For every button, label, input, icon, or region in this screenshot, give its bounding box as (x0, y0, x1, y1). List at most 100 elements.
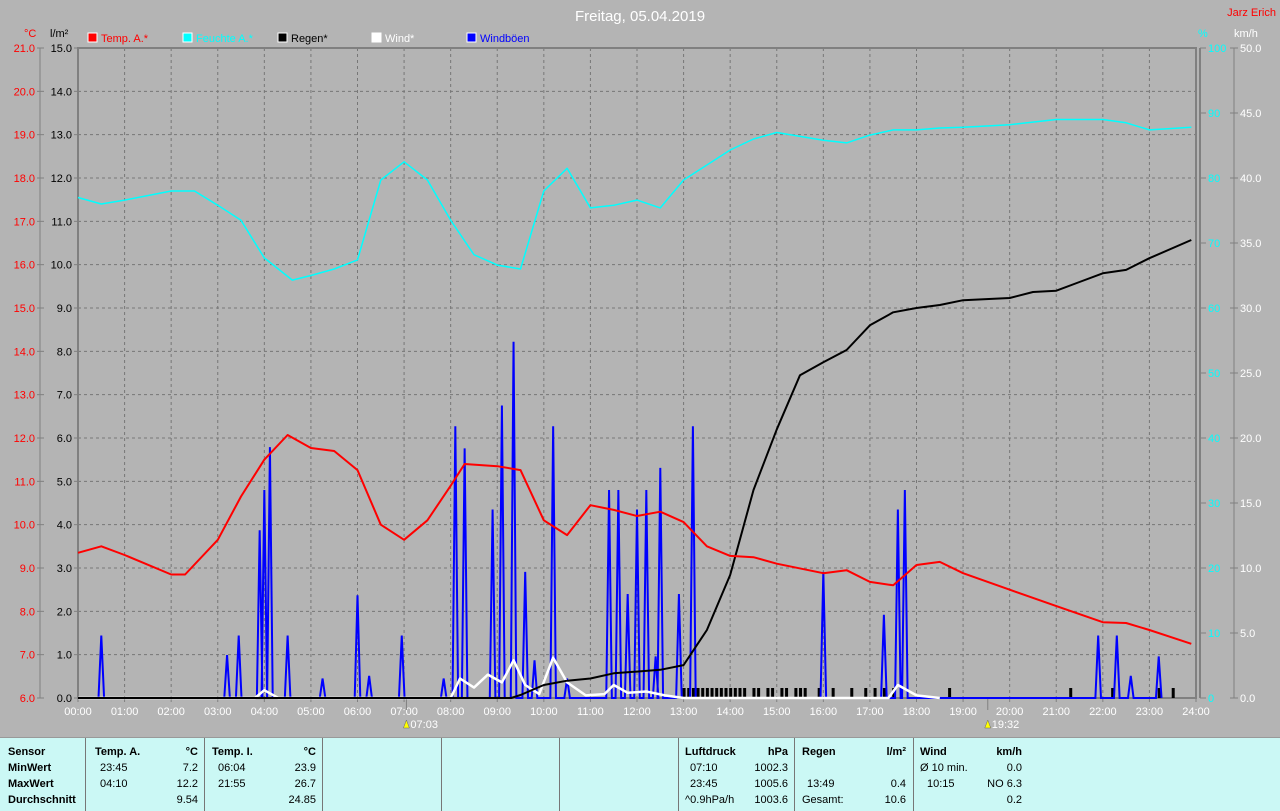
x-tick-label: 13:00 (670, 706, 698, 718)
x-tick-label: 19:00 (949, 706, 977, 718)
x-tick-label: 07:00 (390, 706, 418, 718)
x-tick-label: 10:00 (530, 706, 558, 718)
rain-bar (692, 688, 695, 698)
wind-line (78, 658, 940, 698)
rain-bar (720, 688, 723, 698)
temp-tick-label: 20.0 (14, 86, 35, 98)
rain-bar (1172, 688, 1175, 698)
rain-tick-label: 9.0 (57, 303, 72, 315)
rain-header: Regen (802, 746, 836, 758)
rain-tick-label: 15.0 (51, 43, 72, 55)
temp-a-min: 7.2 (160, 762, 198, 774)
rain-tick-label: 5.0 (57, 476, 72, 488)
rain-tick-label: 0.0 (57, 693, 72, 705)
rain-bar (743, 688, 746, 698)
rain-bar (734, 688, 737, 698)
rain-bar (799, 688, 802, 698)
wind-tick-label: 50.0 (1240, 43, 1261, 55)
humidity-tick-label: 90 (1208, 108, 1220, 120)
x-tick-label: 18:00 (903, 706, 931, 718)
x-tick-label: 08:00 (437, 706, 465, 718)
rain-max-time: 13:49 (807, 778, 835, 790)
wind-max-time: 10:15 (927, 778, 955, 790)
x-tick-label: 24:00 (1182, 706, 1210, 718)
row-label-max: MaxWert (8, 778, 54, 790)
temp-tick-label: 19.0 (14, 130, 35, 142)
temp-a-header: Temp. A. (95, 746, 140, 758)
wind-avg: 0.2 (972, 794, 1022, 806)
temp-axis-unit: °C (24, 28, 36, 40)
temp-i-max: 26.7 (278, 778, 316, 790)
x-tick-label: 05:00 (297, 706, 325, 718)
rain-bar (948, 688, 951, 698)
temp-tick-label: 6.0 (20, 693, 35, 705)
rain-bar (706, 688, 709, 698)
humidity-line (78, 120, 1191, 281)
x-tick-label: 02:00 (157, 706, 185, 718)
sensor-header: Sensor (8, 746, 45, 758)
rain-tick-label: 13.0 (51, 130, 72, 142)
pressure-min-time: 07:10 (690, 762, 718, 774)
wind-tick-label: 25.0 (1240, 368, 1261, 380)
rain-bar (804, 688, 807, 698)
temp-i-max-time: 21:55 (218, 778, 246, 790)
x-tick-label: 01:00 (111, 706, 139, 718)
temp-tick-label: 21.0 (14, 43, 35, 55)
wind-avg10-label: Ø 10 min. (920, 762, 968, 774)
rain-tick-label: 6.0 (57, 433, 72, 445)
rain-total-label: Gesamt: (802, 794, 844, 806)
humidity-tick-label: 60 (1208, 303, 1220, 315)
wind-axis-unit: km/h (1234, 28, 1258, 40)
wind-tick-label: 30.0 (1240, 303, 1261, 315)
temp-tick-label: 13.0 (14, 390, 35, 402)
pressure-header: Luftdruck (685, 746, 736, 758)
wind-tick-label: 45.0 (1240, 108, 1261, 120)
legend-swatch-2 (278, 33, 287, 42)
temp-a-min-time: 23:45 (100, 762, 128, 774)
temp-a-unit: °C (160, 746, 198, 758)
temp-tick-label: 10.0 (14, 520, 35, 532)
weather-chart: Freitag, 05.04.2019 Jarz Erich °C l/m² %… (0, 0, 1280, 737)
legend-swatch-1 (183, 33, 192, 42)
humidity-tick-label: 30 (1208, 498, 1220, 510)
legend-label-3: Wind* (385, 33, 415, 45)
author-label: Jarz Erich (1227, 7, 1276, 19)
pressure-max-time: 23:45 (690, 778, 718, 790)
x-tick-label: 21:00 (1042, 706, 1070, 718)
row-label-avg: Durchschnitt (8, 794, 76, 806)
wind-avg10: 0.0 (972, 762, 1022, 774)
temp-tick-label: 7.0 (20, 650, 35, 662)
x-tick-label: 20:00 (996, 706, 1024, 718)
temp-a-max-time: 04:10 (100, 778, 128, 790)
wind-tick-label: 20.0 (1240, 433, 1261, 445)
chart-title: Freitag, 05.04.2019 (575, 8, 705, 25)
rain-tick-label: 3.0 (57, 563, 72, 575)
rain-bar (701, 688, 704, 698)
temp-i-unit: °C (278, 746, 316, 758)
rain-bar (771, 688, 774, 698)
temp-i-min: 23.9 (278, 762, 316, 774)
rain-tick-label: 8.0 (57, 346, 72, 358)
x-tick-label: 04:00 (251, 706, 279, 718)
rain-bar (729, 688, 732, 698)
humidity-tick-label: 70 (1208, 238, 1220, 250)
rain-bar (715, 688, 718, 698)
rain-bar (725, 688, 728, 698)
rain-total: 10.6 (866, 794, 906, 806)
pressure-trend: ^0.9hPa/h (685, 794, 734, 806)
legend-label-1: Feuchte A.* (196, 33, 254, 45)
rain-tick-label: 2.0 (57, 606, 72, 618)
x-tick-label: 00:00 (64, 706, 92, 718)
humidity-tick-label: 0 (1208, 693, 1214, 705)
humidity-tick-label: 80 (1208, 173, 1220, 185)
temp-tick-label: 8.0 (20, 606, 35, 618)
temp-tick-label: 15.0 (14, 303, 35, 315)
humidity-tick-label: 10 (1208, 628, 1220, 640)
temp-tick-label: 16.0 (14, 260, 35, 272)
humidity-tick-label: 50 (1208, 368, 1220, 380)
rain-tick-label: 1.0 (57, 650, 72, 662)
x-tick-label: 09:00 (483, 706, 511, 718)
legend-swatch-0 (88, 33, 97, 42)
sunrise-icon (403, 720, 409, 728)
temp-tick-label: 9.0 (20, 563, 35, 575)
